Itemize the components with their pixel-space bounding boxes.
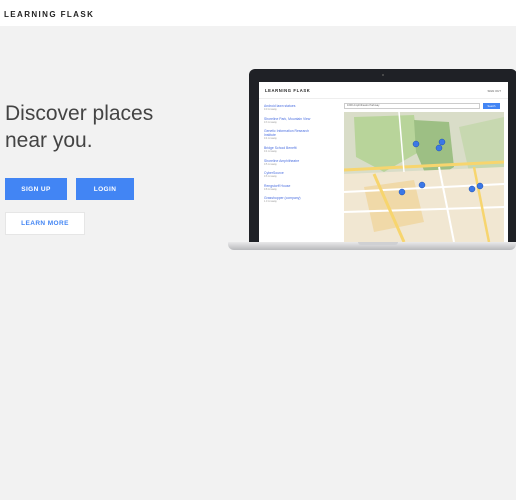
headline-line-2: near you. <box>5 129 93 152</box>
brand-logo[interactable]: LEARNING FLASK <box>4 10 94 19</box>
place-distance: 0.4 mi away <box>264 137 277 140</box>
list-item: CyberSource 0.6 mi away <box>264 171 340 184</box>
screen-map <box>344 112 504 242</box>
screen-brand: LEARNING FLASK <box>265 88 311 93</box>
laptop-illustration: LEARNING FLASK SIGN OUT Android lawn sta… <box>228 69 516 255</box>
learn-more-button[interactable]: LEARN MORE <box>5 212 85 235</box>
screen-places-list: Android lawn statues 0.0 mi away Shoreli… <box>264 104 340 209</box>
list-item: Grasshopper (company) 1.0 mi away <box>264 196 340 209</box>
screen-header: LEARNING FLASK SIGN OUT <box>259 82 508 99</box>
login-button[interactable]: LOGIN <box>76 178 134 200</box>
place-distance: 0.4 mi away <box>264 150 277 153</box>
place-distance: 0.0 mi away <box>264 108 277 111</box>
list-item: Bridge School Benefit 0.4 mi away <box>264 146 340 159</box>
place-distance: 1.0 mi away <box>264 200 277 203</box>
list-item: Android lawn statues 0.0 mi away <box>264 104 340 117</box>
screen-search-input: 1600 Amphitheatre Parkway <box>344 103 480 109</box>
place-distance: 0.8 mi away <box>264 187 277 191</box>
headline-line-1: Discover places <box>5 102 154 125</box>
place-distance: 0.5 mi away <box>264 162 277 166</box>
list-item: Rengstorff House 0.8 mi away <box>264 184 340 197</box>
list-item: Shoreline Park, Mountain View 0.3 mi awa… <box>264 117 340 130</box>
place-distance: 0.6 mi away <box>264 175 277 178</box>
screen-search-button: Search <box>483 103 500 109</box>
list-item: Shoreline Amphitheatre 0.5 mi away <box>264 159 340 172</box>
hero-headline: Discover places near you. <box>5 100 215 154</box>
list-item: Genetic Information Research Institute 0… <box>264 129 340 146</box>
laptop-lid: LEARNING FLASK SIGN OUT Android lawn sta… <box>249 69 516 242</box>
top-navbar: LEARNING FLASK <box>0 0 516 26</box>
sign-up-button[interactable]: SIGN UP <box>5 178 67 200</box>
laptop-screen: LEARNING FLASK SIGN OUT Android lawn sta… <box>259 82 508 242</box>
laptop-notch <box>358 242 398 245</box>
place-distance: 0.3 mi away <box>264 120 277 124</box>
camera-dot <box>382 74 384 76</box>
screen-signout-link: SIGN OUT <box>487 89 501 93</box>
